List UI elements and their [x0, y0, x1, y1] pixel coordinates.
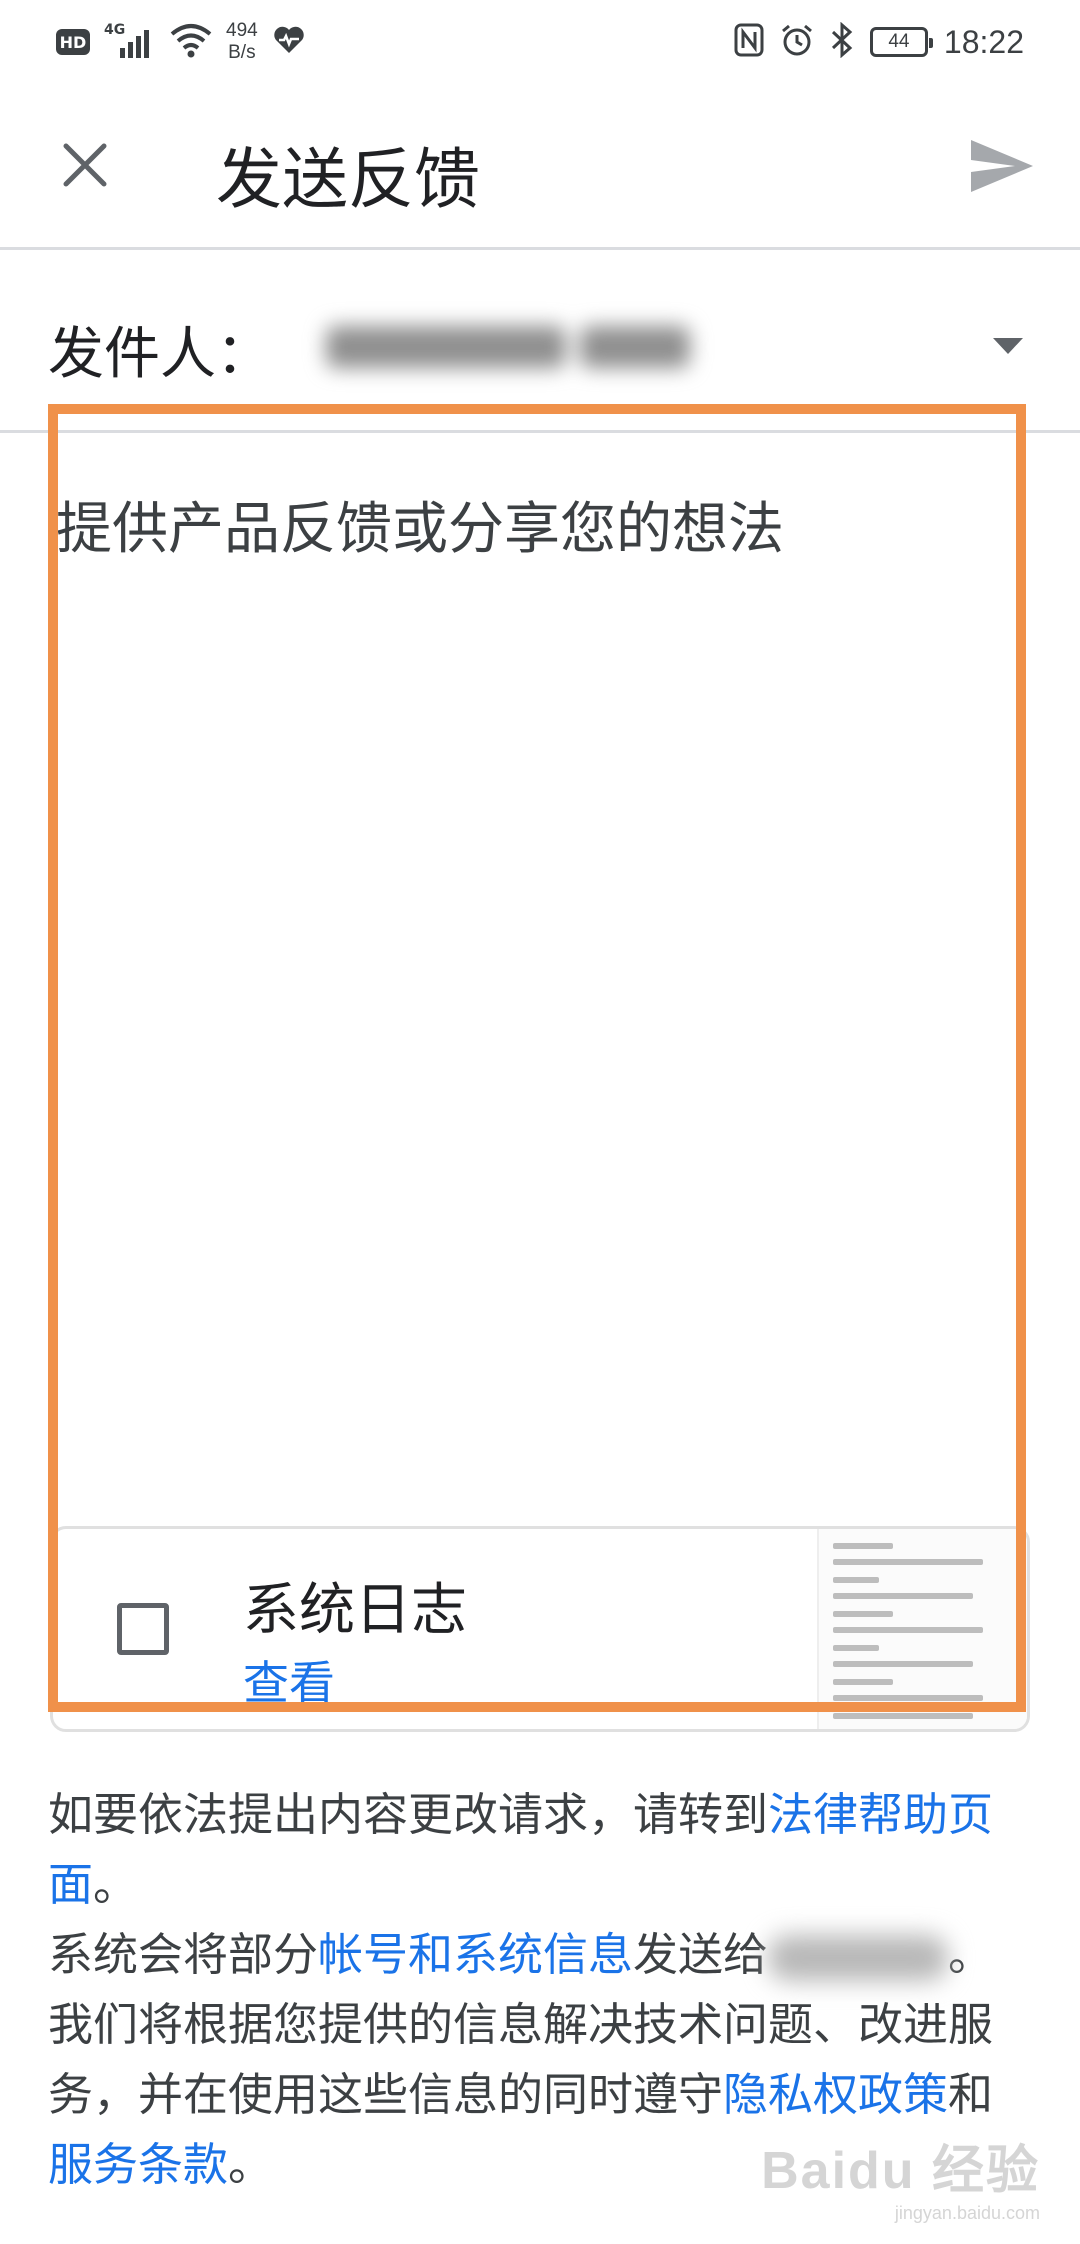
wifi-icon	[170, 22, 212, 62]
and-text: 和	[948, 2068, 994, 2121]
info-text-1: 系统会将部分	[48, 1928, 319, 1981]
watermark-url: jingyan.baidu.com	[894, 2203, 1040, 2223]
legal-text-1: 如要依法提出内容更改请求，请转到	[48, 1788, 769, 1841]
heart-icon	[272, 25, 306, 59]
watermark-logo: Baidu 经验	[761, 2142, 1040, 2200]
clock: 18:22	[943, 23, 1024, 60]
status-bar: HD 4G 494 B/s 44 18:22	[0, 0, 1080, 80]
page-title: 发送反馈	[216, 141, 480, 218]
send-icon	[971, 140, 1033, 192]
feedback-area	[48, 433, 1032, 1083]
nfc-icon	[734, 23, 764, 61]
system-log-title: 系统日志	[243, 1578, 467, 1643]
privacy-policy-link[interactable]: 隐私权政策	[723, 2068, 948, 2121]
status-left: HD 4G 494 B/s	[56, 14, 306, 70]
end-text: 。	[228, 2138, 274, 2191]
net-speed-unit: B/s	[228, 42, 256, 63]
dropdown-arrow-icon	[993, 338, 1023, 354]
close-button[interactable]	[40, 120, 130, 210]
bluetooth-icon	[830, 21, 854, 62]
recipient-redacted	[768, 1935, 949, 1981]
send-button[interactable]	[952, 116, 1052, 216]
system-log-checkbox[interactable]	[117, 1603, 169, 1655]
battery-icon: 44	[869, 27, 933, 57]
net-speed-value: 494	[226, 20, 258, 41]
sender-row[interactable]: 发件人：	[0, 253, 1080, 433]
system-log-thumbnail[interactable]	[817, 1529, 1027, 1729]
status-right: 44 18:22	[734, 14, 1024, 70]
hd-icon: HD	[56, 29, 90, 55]
legal-text-2: 。	[93, 1858, 139, 1911]
system-log-view-link[interactable]: 查看	[243, 1647, 335, 1713]
info-text-2: 发送给	[633, 1928, 769, 1981]
feedback-input[interactable]	[56, 493, 1022, 1053]
sender-dropdown-button[interactable]	[986, 331, 1030, 361]
account-info-link[interactable]: 帐号和系统信息	[318, 1928, 633, 1981]
app-bar: 发送反馈	[0, 80, 1080, 250]
sender-label: 发件人：	[48, 322, 272, 387]
battery-level: 44	[888, 31, 910, 52]
system-log-card: 系统日志 查看	[50, 1526, 1030, 1732]
terms-link[interactable]: 服务条款	[48, 2138, 228, 2191]
signal-icon: 4G	[104, 22, 156, 62]
watermark: Baidu 经验 jingyan.baidu.com	[761, 2128, 1040, 2224]
alarm-icon	[780, 23, 814, 61]
close-icon	[63, 143, 107, 187]
sender-account-redacted	[326, 315, 690, 379]
net-speed: 494 B/s	[226, 20, 258, 64]
